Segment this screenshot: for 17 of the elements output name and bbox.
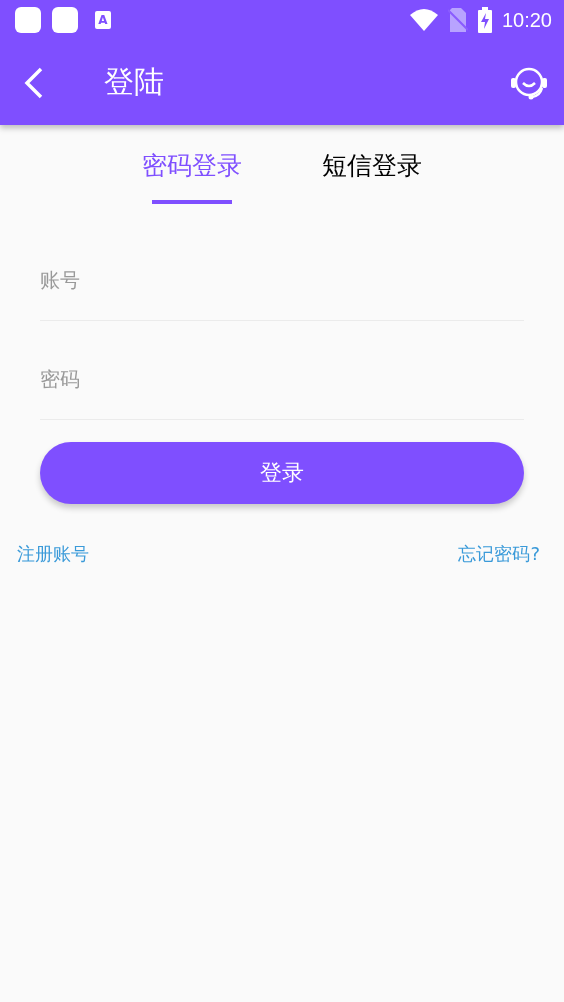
notification-icon [15, 7, 41, 33]
login-tab[interactable]: 密码登录 [132, 149, 252, 204]
battery-charging-icon [477, 7, 492, 33]
headset-smiley-icon[interactable] [510, 65, 548, 100]
status-time: 10:20 [501, 8, 552, 32]
back-icon[interactable] [24, 66, 44, 99]
forgot-password-link[interactable]: 忘记密码? [458, 542, 540, 566]
input-field[interactable]: 密码 [40, 339, 524, 420]
notification-icon [52, 7, 78, 33]
page-title: 登陆 [104, 63, 165, 101]
register-link[interactable]: 注册账号 [17, 542, 89, 566]
login-tab[interactable]: 短信登录 [312, 149, 432, 204]
wifi-icon [409, 9, 438, 31]
keyboard-icon: A [95, 11, 111, 29]
no-sim-icon [447, 8, 468, 32]
input-field[interactable]: 账号 [40, 240, 524, 321]
login-button[interactable]: 登录 [40, 442, 524, 504]
